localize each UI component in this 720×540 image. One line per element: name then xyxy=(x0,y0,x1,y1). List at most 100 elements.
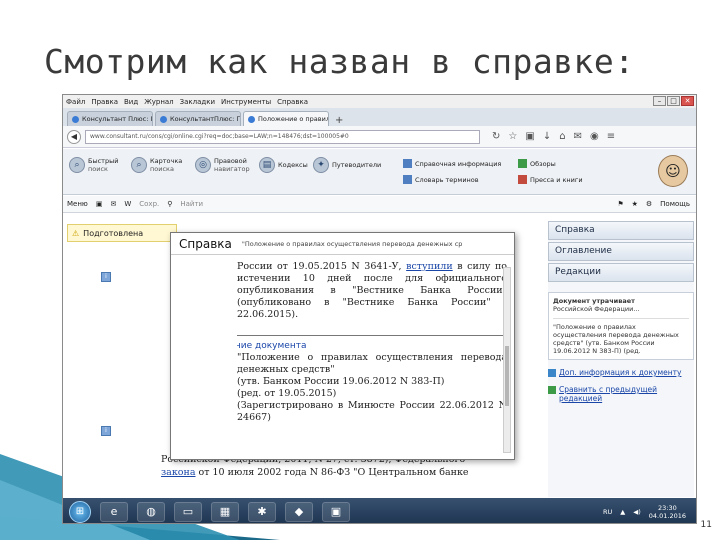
tab-consultant-search[interactable]: Консультант Плюс: Пои... × xyxy=(67,111,153,126)
maximize-button[interactable]: □ xyxy=(667,96,680,106)
popup-body: России от 19.05.2015 N 3641-У, вступили … xyxy=(237,261,507,457)
reference-info-link[interactable]: Справочная информация xyxy=(403,159,501,168)
clock[interactable]: 23:30 04.01.2016 xyxy=(649,504,686,520)
addon-icon[interactable]: ◉ xyxy=(590,131,599,142)
tab-consultant-legal[interactable]: КонсультантПлюс: Правовые... × xyxy=(155,111,241,126)
language-indicator[interactable]: RU xyxy=(603,508,612,516)
find-button[interactable]: Найти xyxy=(180,200,203,208)
slide-title: Смотрим как назван в справке: xyxy=(44,42,635,81)
tab-editions[interactable]: Редакции xyxy=(548,263,694,282)
additional-info-link[interactable]: Доп. информация к документу xyxy=(548,368,694,377)
codex-icon: ▤ xyxy=(259,157,275,173)
consultant-icon xyxy=(160,115,167,123)
taskbar: ⊞ e ◍ ▭ ▦ ✱ ◆ ▣ RU ▲ ◀) 23:30 04.01.2016 xyxy=(63,498,696,523)
popup-header: Справка "Положение о правилах осуществле… xyxy=(171,233,514,255)
books-icon xyxy=(518,175,527,184)
popup-scrollbar[interactable] xyxy=(503,267,511,453)
avatar[interactable]: ☺ xyxy=(658,155,688,187)
ie-icon[interactable]: e xyxy=(100,501,128,522)
app-icon[interactable]: ▣ xyxy=(322,501,350,522)
right-panel: Справка Оглавление Редакции Документ утр… xyxy=(548,221,694,497)
app-icon[interactable]: ✱ xyxy=(248,501,276,522)
menu-history[interactable]: Журнал xyxy=(144,98,173,106)
edition-line: (ред. от 19.05.2015) xyxy=(237,388,337,399)
tab-label: КонсультантПлюс: Правовые... xyxy=(170,115,241,123)
menu-bookmarks[interactable]: Закладки xyxy=(180,98,215,106)
section-heading: Название документа xyxy=(237,335,507,352)
reviews-link[interactable]: Обзоры xyxy=(518,159,556,168)
app-icon[interactable]: ▦ xyxy=(211,501,239,522)
document-toolbar: Меню ▣ ✉ W Сохр. ⚲ Найти ⚑ ★ ⚙ Помощь xyxy=(63,196,696,213)
menu-file[interactable]: Файл xyxy=(66,98,85,106)
codex-button[interactable]: ▤ Кодексы xyxy=(259,157,308,173)
guides-button[interactable]: ✦ Путеводители xyxy=(313,157,381,173)
save-icon[interactable]: ▣ xyxy=(96,200,103,208)
menu-icon[interactable]: ≡ xyxy=(607,131,615,142)
document-name: "Положение о правилах осуществления пере… xyxy=(237,352,507,375)
compare-editions-link[interactable]: Сравнить с предыдущей редакцией xyxy=(548,385,694,403)
law-link[interactable]: закона xyxy=(161,467,196,478)
help-button[interactable]: Помощь xyxy=(660,200,690,208)
menu-edit[interactable]: Правка xyxy=(91,98,118,106)
tab-label: Консультант Плюс: Пои... xyxy=(82,115,152,123)
search-icon: ⌕ xyxy=(69,157,85,173)
slide-number: 11 xyxy=(700,520,712,530)
close-button[interactable]: ✕ xyxy=(681,96,694,106)
info-icon xyxy=(548,369,556,377)
settings-icon[interactable]: ⚙ xyxy=(646,200,652,208)
chat-icon[interactable]: ✉ xyxy=(574,131,582,142)
legal-navigator-button[interactable]: ◎ Правовой навигатор xyxy=(195,157,250,173)
minimize-button[interactable]: – xyxy=(653,96,666,106)
url-input[interactable]: www.consultant.ru/cons/cgi/online.cgi?re… xyxy=(85,129,480,144)
consultant-icon xyxy=(248,115,255,123)
clipboard-icon[interactable]: ▣ xyxy=(525,131,534,142)
menu-bar: Файл Правка Вид Журнал Закладки Инструме… xyxy=(63,95,696,108)
firefox-icon[interactable]: ◍ xyxy=(137,501,165,522)
approval-line: (утв. Банком России 19.06.2012 N 383-П) xyxy=(237,376,445,387)
bookmark-icon[interactable]: ⚑ xyxy=(617,200,623,208)
paragraph-marker-icon[interactable]: i xyxy=(101,272,111,282)
save-button[interactable]: Сохр. xyxy=(139,200,159,208)
bookmark-star-icon[interactable]: ☆ xyxy=(508,131,517,142)
registration-line: (Зарегистрировано в Минюсте России 22.06… xyxy=(237,400,507,423)
window-controls: – □ ✕ xyxy=(653,96,694,106)
star-icon[interactable]: ★ xyxy=(632,200,638,208)
search-card-button[interactable]: ⌕ Карточка поиска xyxy=(131,157,182,173)
effective-date-paragraph: России от 19.05.2015 N 3641-У, вступили … xyxy=(237,261,507,320)
menu-tools[interactable]: Инструменты xyxy=(221,98,271,106)
back-icon[interactable]: ◀ xyxy=(67,129,81,144)
email-icon[interactable]: ✉ xyxy=(110,200,116,208)
new-tab-icon[interactable]: + xyxy=(331,115,347,126)
home-icon[interactable]: ⌂ xyxy=(559,131,565,142)
menu-button[interactable]: Меню xyxy=(67,200,88,208)
start-button[interactable]: ⊞ xyxy=(69,500,91,523)
popup-subtitle: "Положение о правилах осуществления пере… xyxy=(241,239,463,248)
download-icon[interactable]: ↓ xyxy=(543,131,551,142)
volume-icon[interactable]: ◀) xyxy=(633,508,641,516)
status-warning: ⚠ Подготовлена xyxy=(67,224,177,242)
document-info-box: Документ утрачивает Российской Федерации… xyxy=(548,292,694,360)
tab-regulation[interactable]: Положение о правилах... × xyxy=(243,111,329,126)
scrollbar-thumb[interactable] xyxy=(505,346,509,406)
compare-icon xyxy=(548,386,556,394)
paragraph-marker-icon[interactable]: i xyxy=(101,426,111,436)
card-icon: ⌕ xyxy=(131,157,147,173)
network-icon[interactable]: ▲ xyxy=(620,508,625,516)
glossary-link[interactable]: Словарь терминов xyxy=(403,175,479,184)
menu-view[interactable]: Вид xyxy=(124,98,138,106)
word-icon[interactable]: W xyxy=(124,200,131,208)
menu-help[interactable]: Справка xyxy=(277,98,308,106)
tab-contents[interactable]: Оглавление xyxy=(548,242,694,261)
reload-icon[interactable]: ↻ xyxy=(492,131,500,142)
doc-toolbar-right: ⚑ ★ ⚙ Помощь xyxy=(617,200,696,208)
tab-bar: Консультант Плюс: Пои... × КонсультантПл… xyxy=(63,108,696,126)
warning-icon: ⚠ xyxy=(72,228,80,238)
binoculars-icon: ⚲ xyxy=(167,200,173,208)
reference-popup: Справка "Положение о правилах осуществле… xyxy=(170,232,515,460)
tab-reference[interactable]: Справка xyxy=(548,221,694,240)
effective-link[interactable]: вступили xyxy=(406,261,453,272)
app-icon[interactable]: ◆ xyxy=(285,501,313,522)
quick-search-button[interactable]: ⌕ Быстрый поиск xyxy=(69,157,118,173)
explorer-icon[interactable]: ▭ xyxy=(174,501,202,522)
press-books-link[interactable]: Пресса и книги xyxy=(518,175,583,184)
